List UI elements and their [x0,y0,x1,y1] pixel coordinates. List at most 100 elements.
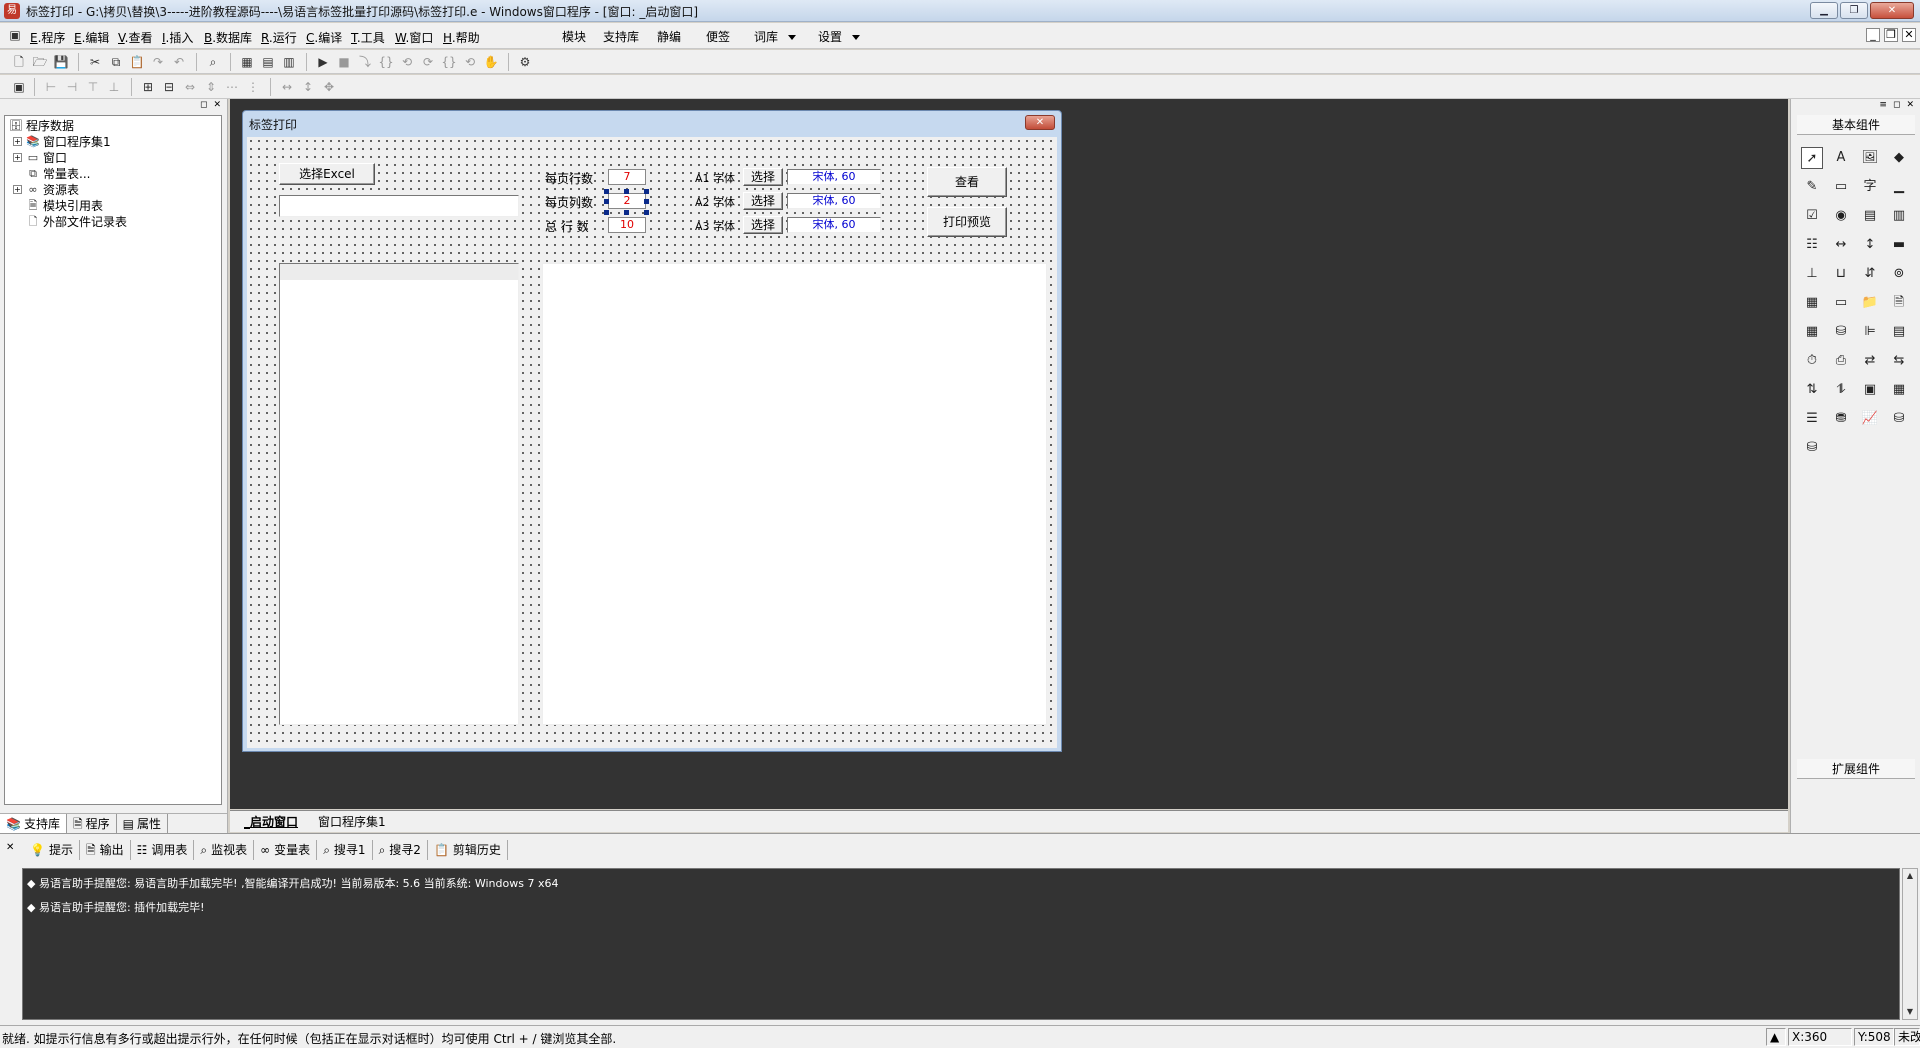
mdi-restore-icon[interactable]: ❐ [1884,28,1898,42]
layout-1-icon[interactable]: ▦ [238,53,256,71]
server-icon[interactable]: ⇅ [1801,379,1823,401]
run-icon[interactable]: ▶ [314,53,332,71]
menu-settings[interactable]: 设置 [818,28,861,45]
layout-2-icon[interactable]: ▤ [259,53,277,71]
frame-icon[interactable]: ▭ [1830,176,1852,198]
chart-component-icon[interactable]: 📈 [1859,408,1881,430]
restore-button[interactable]: ❐ [1840,2,1868,19]
data-source-icon[interactable]: ⛁ [1830,321,1852,343]
timer-icon[interactable]: ⏱ [1801,350,1823,372]
tab-startup-window[interactable]: _启动窗口 [244,813,298,831]
panel-pin-icon[interactable]: ◻ [200,100,207,110]
menu-compile[interactable]: C.编译 [306,29,342,46]
list-box-icon[interactable]: ▥ [1888,205,1910,227]
copy-icon[interactable]: ⧉ [107,53,125,71]
panel-component-icon[interactable]: ▣ [1859,379,1881,401]
selection-handle[interactable] [604,210,609,215]
hand-icon[interactable]: ✋ [482,53,500,71]
tab-call-stack[interactable]: ☷ 调用表 [131,840,195,860]
print-preview-button[interactable]: 打印预览 [927,207,1007,237]
slider-icon[interactable]: ⊥ [1801,263,1823,285]
selection-handle[interactable] [644,199,649,204]
client-icon[interactable]: ⇆ [1888,350,1910,372]
preview-area[interactable] [542,263,1047,725]
output-console[interactable]: ◆ 易语言助手提醒您: 易语言助手加载完毕! ,智能编译开启成功! 当前易版本:… [22,868,1900,1020]
output-scrollbar[interactable]: ▲ ▼ [1902,868,1918,1020]
size-both-icon[interactable]: ✥ [320,78,338,96]
step-6-icon[interactable]: ⟲ [461,53,479,71]
odbc-icon[interactable]: ⛁ [1888,408,1910,430]
a2-font-value[interactable]: 宋体, 60 [787,193,881,209]
tree-item-window-module[interactable]: + 📚 窗口程序集1 [13,134,111,149]
center-vertical-icon[interactable]: ⊟ [160,78,178,96]
a3-font-value[interactable]: 宋体, 60 [787,217,881,233]
tab-search-1[interactable]: ⌕ 搜寻1 [317,840,373,860]
select-excel-button[interactable]: 选择Excel [279,163,375,185]
menu-dictionary[interactable]: 词库 [754,28,797,45]
basic-components-header[interactable]: 基本组件 [1797,115,1915,135]
form-canvas[interactable]: 选择Excel 每页行数 每页列数 总 行 数 7 2 10 A1 字体 A2 … [247,137,1057,748]
combo-box-icon[interactable]: ▤ [1859,205,1881,227]
minimize-button[interactable]: ▁ [1810,2,1838,19]
paste-icon[interactable]: 📋 [128,53,146,71]
step-3-icon[interactable]: ⟲ [398,53,416,71]
button-component-icon[interactable]: ▁ [1888,176,1910,198]
find-icon[interactable]: ⌕ [204,53,222,71]
tab-support-lib[interactable]: 📚 支持库 [0,814,67,833]
size-height-icon[interactable]: ↕ [299,78,317,96]
a2-font-select-button[interactable]: 选择 [743,192,783,210]
menu-module[interactable]: 模块 [562,28,586,45]
expand-icon[interactable]: + [13,137,22,146]
tab-window-module[interactable]: 窗口程序集1 [318,813,386,831]
close-icon[interactable]: ✕ [6,842,14,853]
menu-run[interactable]: R.运行 [261,29,297,46]
panel-lock-icon[interactable]: ≡ [1879,100,1887,110]
port-icon[interactable]: ⥮ [1830,379,1852,401]
expand-icon[interactable]: + [13,185,22,194]
selection-handle[interactable] [644,210,649,215]
animation-icon[interactable]: ⊚ [1888,263,1910,285]
mdi-close-icon[interactable]: ✕ [1902,28,1916,42]
center-horizontal-icon[interactable]: ⊞ [139,78,157,96]
a3-font-select-button[interactable]: 选择 [743,216,783,234]
open-folder-icon[interactable]: 🗁 [31,53,49,71]
menu-tools[interactable]: T.工具 [351,29,385,46]
excel-list-box[interactable] [279,263,519,725]
form-designer-window[interactable]: 标签打印 ✕ 选择Excel 每页行数 每页列数 总 行 数 7 2 10 A1… [242,110,1062,752]
step-1-icon[interactable]: ⤵ [356,53,374,71]
menu-insert[interactable]: I.插入 [162,29,193,46]
selection-handle[interactable] [604,189,609,194]
close-button[interactable]: ✕ [1870,2,1914,19]
rows-per-page-input[interactable]: 7 [608,169,646,185]
same-height-icon[interactable]: ⇕ [202,78,220,96]
menu-view[interactable]: V.查看 [118,29,153,46]
menu-static-compile[interactable]: 静编 [657,28,681,45]
panel-pin-icon[interactable]: ◻ [1893,100,1900,110]
panel-close-icon[interactable]: ✕ [1906,100,1914,110]
step-5-icon[interactable]: {} [440,53,458,71]
outline-icon[interactable]: ☰ [1801,408,1823,430]
pointer-icon[interactable]: ➚ [1801,147,1823,169]
menu-edit[interactable]: E.编辑 [74,29,109,46]
spin-icon[interactable]: ⇵ [1859,263,1881,285]
tab-program[interactable]: 🗎 程序 [67,814,117,833]
hscroll-icon[interactable]: ↔ [1830,234,1852,256]
align-right-icon[interactable]: ⊣ [63,78,81,96]
grid-component-icon[interactable]: ▦ [1888,379,1910,401]
vscroll-icon[interactable]: ↕ [1859,234,1881,256]
new-file-icon[interactable]: 🗋 [10,53,28,71]
scroll-up-icon[interactable]: ▲ [1766,1028,1786,1046]
selection-handle[interactable] [644,189,649,194]
form-close-button[interactable]: ✕ [1025,115,1055,130]
a1-font-value[interactable]: 宋体, 60 [787,169,881,185]
scroll-up-icon[interactable]: ▲ [1903,869,1917,883]
menu-window[interactable]: W.窗口 [395,29,433,46]
odbc-source-icon[interactable]: ⛁ [1801,437,1823,459]
tab-clip-history[interactable]: 📋 剪辑历史 [428,840,508,860]
selection-handle[interactable] [624,210,629,215]
tree-item-program-data[interactable]: 🗄 程序数据 [9,118,74,133]
stop-icon[interactable]: ■ [335,53,353,71]
mdi-minimize-icon[interactable]: _ [1866,28,1880,42]
view-button[interactable]: 查看 [927,167,1007,197]
selection-handle[interactable] [624,189,629,194]
